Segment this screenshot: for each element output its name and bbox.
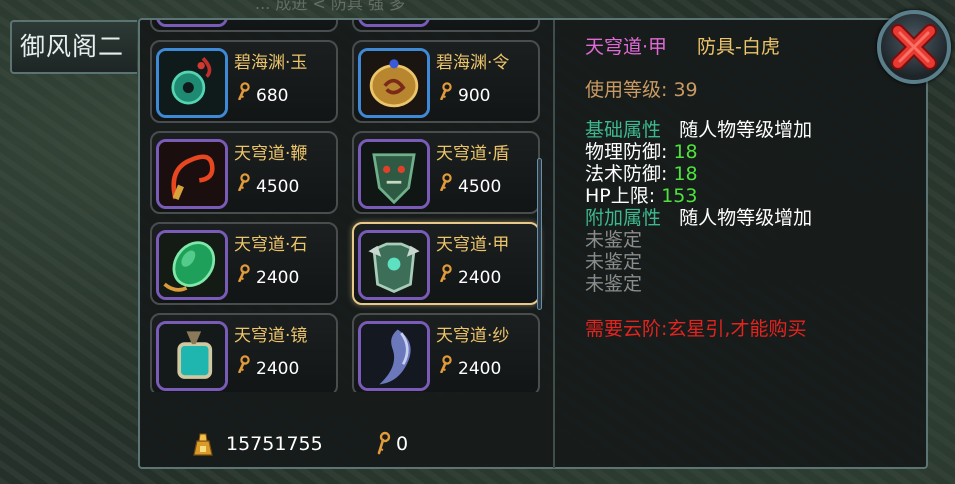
item-icon xyxy=(156,20,228,27)
stat-label: HP上限: xyxy=(585,185,662,207)
item-price: 900 xyxy=(458,86,491,106)
key-currency-icon xyxy=(238,173,250,191)
item-icon xyxy=(358,230,430,300)
close-button[interactable] xyxy=(877,10,951,84)
item-price: 2400 xyxy=(256,359,300,379)
base-attr-row: 基础属性 随人物等级增加 xyxy=(585,121,812,140)
extra-attr-row: 附加属性 随人物等级增加 xyxy=(585,209,812,228)
stat-label: 物理防御: xyxy=(585,141,674,163)
extra-attr-label: 附加属性 xyxy=(585,207,662,229)
extra-attr-value: 随人物等级增加 xyxy=(679,207,813,229)
key-currency-icon xyxy=(440,355,452,373)
key-currency-icon xyxy=(377,431,391,455)
item-icon xyxy=(156,48,228,118)
item-grid-viewport: 碧海渊·玉 680 碧海渊·令 900 天穹道·鞭 4500 天穹道·盾 4500 天穹道·石 2… xyxy=(144,20,549,392)
key-currency-icon xyxy=(238,355,250,373)
item-icon xyxy=(358,48,430,118)
item-price: 4500 xyxy=(256,177,300,197)
item-name: 天穹道·甲 xyxy=(436,235,510,255)
panel-divider xyxy=(553,20,555,468)
stat-label: 法术防御: xyxy=(585,163,674,185)
stat-value: 153 xyxy=(661,185,698,207)
key-currency-icon xyxy=(238,264,250,282)
shop-item-slot[interactable]: 天穹道·石 2400 xyxy=(150,222,338,305)
stat-row: 物理防御: 18 xyxy=(585,143,698,162)
shop-item-slot[interactable]: 碧海渊·令 900 xyxy=(352,40,540,123)
item-price: 2400 xyxy=(256,268,300,288)
detail-item-name: 天穹道·甲 xyxy=(585,36,668,58)
detail-item-type: 防具-白虎 xyxy=(697,36,780,58)
item-icon xyxy=(358,321,430,391)
stat-value: 18 xyxy=(673,163,698,185)
stat-row: 法术防御: 18 xyxy=(585,165,698,184)
item-name: 天穹道·镜 xyxy=(234,326,308,346)
item-price: 4500 xyxy=(458,177,502,197)
close-x-icon xyxy=(891,24,937,70)
unidentified-attr: 未鉴定 xyxy=(585,273,643,295)
shop-item-slot[interactable]: 天穹道·镜 2400 xyxy=(150,313,338,392)
item-name: 天穹道·盾 xyxy=(436,144,510,164)
item-icon xyxy=(156,321,228,391)
detail-use-level: 使用等级: 39 xyxy=(585,79,698,101)
key-amount: 0 xyxy=(396,433,409,455)
item-icon xyxy=(156,230,228,300)
item-name: 天穹道·纱 xyxy=(436,326,510,346)
shop-item-slot[interactable] xyxy=(352,20,540,32)
unidentified-attr: 未鉴定 xyxy=(585,229,643,251)
stat-row: HP上限: 153 xyxy=(585,187,697,206)
purchase-requirement: 需要云阶:玄星引,才能购买 xyxy=(585,318,807,340)
base-attr-value: 随人物等级增加 xyxy=(679,119,813,141)
shop-item-slot[interactable] xyxy=(150,20,338,32)
item-name: 天穹道·石 xyxy=(234,235,308,255)
key-currency-icon xyxy=(440,264,452,282)
item-name: 天穹道·鞭 xyxy=(234,144,308,164)
item-list-scrollbar[interactable] xyxy=(537,158,542,310)
shop-item-slot[interactable]: 天穹道·盾 4500 xyxy=(352,131,540,214)
item-price: 2400 xyxy=(458,268,502,288)
item-name: 碧海渊·令 xyxy=(436,53,510,73)
key-currency-icon xyxy=(440,82,452,100)
item-grid: 碧海渊·玉 680 碧海渊·令 900 天穹道·鞭 4500 天穹道·盾 4500 天穹道·石 2… xyxy=(144,20,540,392)
item-price: 2400 xyxy=(458,359,502,379)
shop-tab[interactable]: 御风阁二 xyxy=(10,20,137,74)
key-currency-icon xyxy=(440,173,452,191)
shop-item-slot[interactable]: 碧海渊·玉 680 xyxy=(150,40,338,123)
item-icon xyxy=(358,139,430,209)
item-name: 碧海渊·玉 xyxy=(234,53,308,73)
shop-item-slot[interactable]: 天穹道·纱 2400 xyxy=(352,313,540,392)
unidentified-attr: 未鉴定 xyxy=(585,251,643,273)
shop-item-slot[interactable]: 天穹道·甲 2400 xyxy=(352,222,540,305)
item-price: 680 xyxy=(256,86,289,106)
item-icon xyxy=(156,139,228,209)
gold-ingot-icon xyxy=(193,433,213,456)
gold-amount: 15751755 xyxy=(226,433,323,455)
stat-value: 18 xyxy=(673,141,698,163)
base-attr-label: 基础属性 xyxy=(585,119,662,141)
background-text: ... 成进 < 防具 强 多 xyxy=(255,0,406,13)
key-currency-icon xyxy=(238,82,250,100)
item-icon xyxy=(358,20,430,27)
shop-item-slot[interactable]: 天穹道·鞭 4500 xyxy=(150,131,338,214)
